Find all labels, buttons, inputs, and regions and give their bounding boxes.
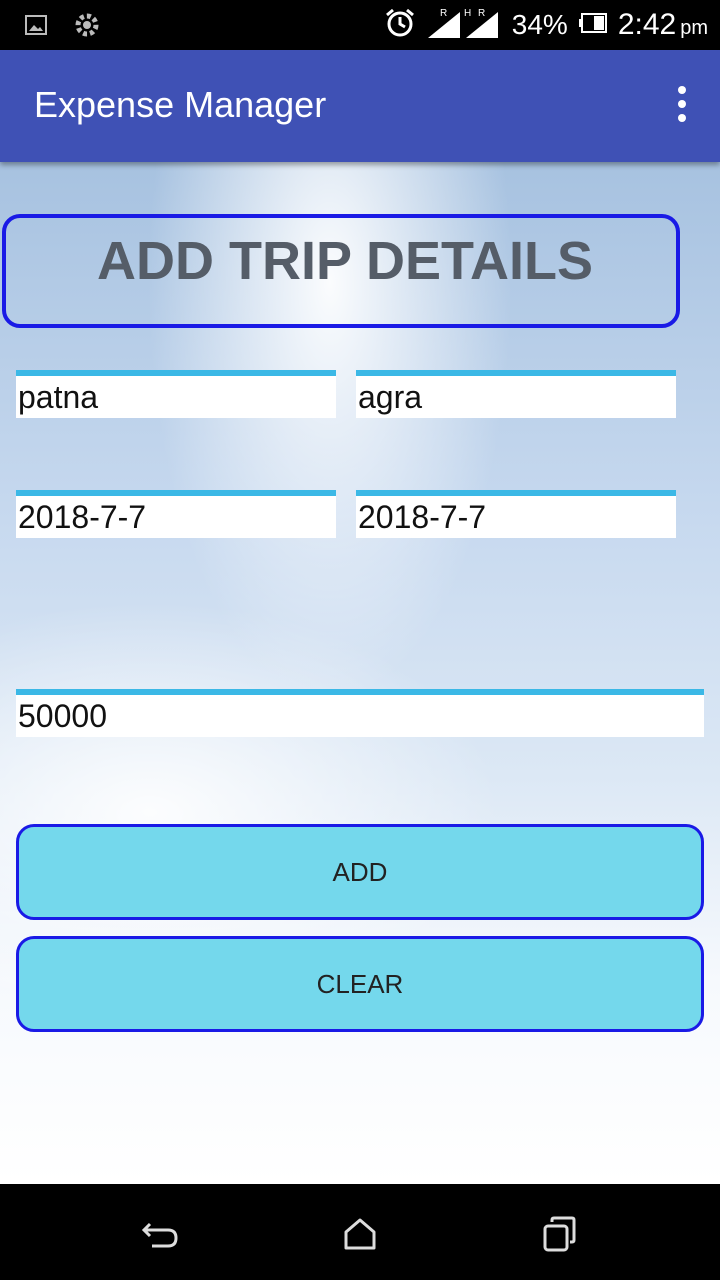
header-box: ADD TRIP DETAILS [2, 214, 680, 328]
battery-percent: 34% [511, 9, 568, 40]
to-input[interactable] [356, 376, 676, 418]
start-date-field[interactable] [16, 490, 336, 538]
clock: 2:42 pm [618, 8, 708, 42]
navigation-bar [0, 1184, 720, 1280]
status-bar: R H R 34% 2:42 pm [0, 0, 720, 50]
overflow-menu-icon[interactable] [674, 86, 690, 126]
back-icon[interactable] [140, 1214, 180, 1254]
svg-text:H: H [464, 8, 471, 19]
image-icon [24, 13, 48, 42]
clear-button[interactable]: CLEAR [16, 936, 704, 1032]
page-title: ADD TRIP DETAILS [96, 231, 594, 291]
recents-icon[interactable] [540, 1214, 580, 1254]
svg-text:R: R [440, 8, 447, 19]
home-icon[interactable] [340, 1214, 380, 1254]
clock-time: 2:42 [617, 8, 677, 41]
from-input[interactable] [16, 376, 336, 418]
app-bar: Expense Manager [0, 50, 720, 162]
end-date-input[interactable] [356, 496, 676, 538]
battery-icon [578, 10, 608, 41]
to-field[interactable] [356, 370, 676, 418]
screen: R H R 34% 2:42 pm Expense Manager ADD TR… [0, 0, 720, 1280]
amount-field[interactable] [16, 689, 704, 737]
svg-text:R: R [478, 8, 485, 19]
from-field[interactable] [16, 370, 336, 418]
add-button[interactable]: ADD [16, 824, 704, 920]
settings-icon [72, 10, 102, 45]
alarm-icon [384, 7, 416, 44]
end-date-field[interactable] [356, 490, 676, 538]
content-area: ADD TRIP DETAILS ADD CLEAR [0, 162, 720, 1184]
amount-input[interactable] [16, 695, 704, 737]
clock-ampm: pm [680, 17, 708, 39]
signal-icon: R H R [426, 6, 502, 45]
start-date-input[interactable] [16, 496, 336, 538]
app-title: Expense Manager [34, 84, 327, 125]
